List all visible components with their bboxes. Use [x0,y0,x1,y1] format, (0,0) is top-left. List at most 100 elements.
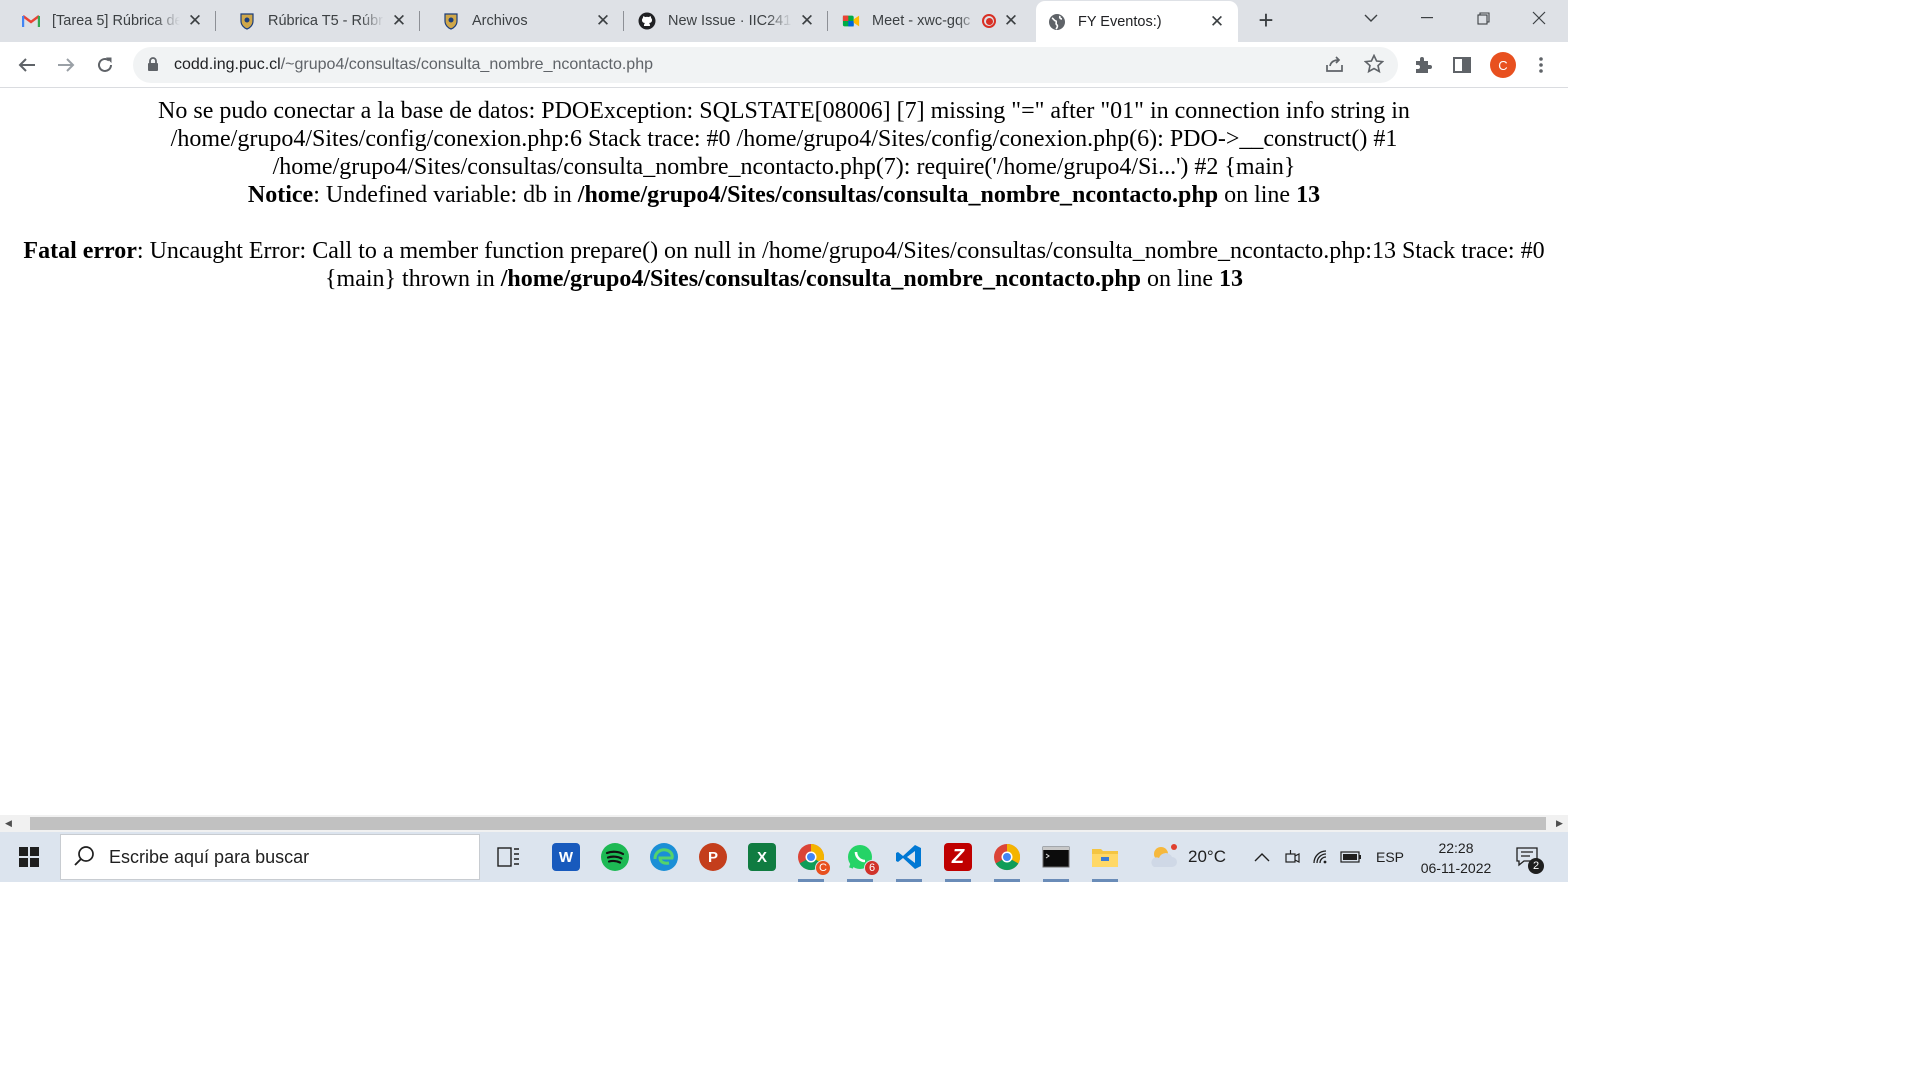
notice-on-line: on line [1218,182,1297,208]
taskbar-edge[interactable] [646,839,682,875]
terminal-icon [1042,846,1070,868]
taskbar-filezilla[interactable]: Z [940,839,976,882]
tab-strip: [Tarea 5] Rúbrica de ✕ Rúbrica T5 - Rúbr… [0,0,1568,42]
search-placeholder: Escribe aquí para buscar [109,846,310,867]
notice-file: /home/grupo4/Sites/consultas/consulta_no… [577,182,1219,208]
tab-fy-eventos[interactable]: FY Eventos:) ✕ [1036,1,1238,42]
tab-title: Rúbrica T5 - Rúbrica [268,13,384,29]
file-explorer-icon [1092,849,1118,867]
tab-title: FY Eventos:) [1078,13,1162,30]
taskbar-whatsapp[interactable]: 6 [842,839,880,882]
scroll-left-arrow-icon[interactable]: ◀ [0,815,17,832]
restore-button[interactable] [1460,0,1506,36]
start-button[interactable] [0,832,58,882]
meet-now-icon[interactable] [1284,832,1300,882]
more-menu-icon[interactable] [1530,54,1552,76]
show-hidden-icons-chevron-up-icon[interactable] [1254,832,1270,882]
wifi-icon[interactable] [1312,832,1332,882]
fatal-error-line-number: 13 [1219,266,1243,292]
github-icon [638,12,656,30]
puc-crest-icon [442,12,460,30]
tab-gmail-tarea5[interactable]: [Tarea 5] Rúbrica de ✕ [0,0,216,42]
weather-temperature: 20°C [1188,847,1226,866]
address-bar[interactable]: codd.ing.puc.cl/~grupo4/consultas/consul… [133,47,1398,83]
bookmark-star-icon[interactable] [1364,54,1384,74]
minimize-button[interactable] [1404,0,1450,36]
taskbar-file-explorer[interactable] [1087,839,1123,882]
taskbar-excel[interactable]: X [744,839,780,875]
close-tab-icon[interactable]: ✕ [1206,11,1228,33]
scroll-right-arrow-icon[interactable]: ▶ [1551,815,1568,832]
task-view-icon [497,847,519,867]
pdo-exception-message: No se pudo conectar a la base de datos: … [158,98,1410,180]
tab-search-chevron-down-icon[interactable] [1348,0,1394,36]
reload-button[interactable] [89,49,121,81]
whatsapp-unread-badge: 6 [864,860,880,876]
notice-line-number: 13 [1296,182,1321,208]
back-button[interactable] [11,49,43,81]
scrollbar-thumb[interactable] [30,817,1546,830]
url-text: codd.ing.puc.cl/~grupo4/consultas/consul… [174,56,653,74]
arrow-left-icon [18,58,35,72]
system-clock[interactable]: 22:28 06-11-2022 [1412,838,1500,878]
task-view-button[interactable] [491,839,527,875]
excel-icon: X [748,843,776,871]
pdo-error-block: No se pudo conectar a la base de datos: … [0,89,1568,293]
fatal-error-on-line: on line [1141,266,1219,292]
tab-rubrica-t5[interactable]: Rúbrica T5 - Rúbrica ✕ [216,0,420,42]
tab-title: New Issue · IIC2413 [668,13,792,29]
close-tab-icon[interactable]: ✕ [1000,10,1022,32]
fatal-error-file: /home/grupo4/Sites/consultas/consulta_no… [500,266,1141,292]
browser-toolbar: codd.ing.puc.cl/~grupo4/consultas/consul… [0,42,1568,88]
page-content: No se pudo conectar a la base de datos: … [0,89,1568,815]
tab-title: Archivos [472,13,528,29]
notice-message: : Undefined variable: db in [313,182,578,208]
filezilla-icon: Z [944,843,972,871]
taskbar-word[interactable]: W [548,839,584,875]
tab-archivos[interactable]: Archivos ✕ [420,0,624,42]
url-path: /~grupo4/consultas/consulta_nombre_ncont… [280,56,653,73]
spotify-icon [601,843,629,871]
notice-label: Notice [247,182,314,208]
tab-title: Meet - xwc-gqc [872,13,971,29]
taskbar-search-box[interactable]: Escribe aquí para buscar [60,834,480,880]
close-tab-icon[interactable]: ✕ [796,10,818,32]
taskbar-vscode[interactable] [891,839,927,882]
google-meet-icon [842,12,860,30]
notifications-button[interactable]: 2 [1516,832,1544,882]
taskbar-terminal[interactable] [1038,839,1074,882]
windows-taskbar: Escribe aquí para buscar W P X C 6 Z 20°… [0,832,1568,882]
globe-icon [1048,13,1066,31]
taskbar-spotify[interactable] [597,839,633,875]
clock-time: 22:28 [1438,840,1474,856]
taskbar-powerpoint[interactable]: P [695,839,731,875]
lock-icon[interactable] [147,57,161,73]
powerpoint-icon: P [699,843,727,871]
new-tab-button[interactable]: + [1252,5,1280,35]
notification-count-badge: 2 [1528,858,1544,874]
share-icon[interactable] [1325,54,1345,74]
battery-icon[interactable] [1340,832,1362,882]
chrome-icon [994,843,1021,871]
side-panel-icon[interactable] [1451,54,1473,76]
forward-button[interactable] [50,49,82,81]
weather-widget[interactable]: 20°C [1148,832,1226,882]
tab-title: [Tarea 5] Rúbrica de [52,13,180,29]
weather-partly-cloudy-icon [1151,844,1177,867]
input-language[interactable]: ESP [1376,832,1404,882]
windows-logo-icon [19,847,39,867]
extensions-puzzle-icon[interactable] [1412,54,1434,76]
tab-meet[interactable]: Meet - xwc-gqc ✕ [828,0,1032,42]
tab-new-issue-github[interactable]: New Issue · IIC2413 ✕ [624,0,828,42]
taskbar-chrome[interactable] [989,839,1025,882]
puc-crest-icon [238,12,256,30]
close-tab-icon[interactable]: ✕ [388,10,410,32]
close-tab-icon[interactable]: ✕ [592,10,614,32]
edge-icon [650,843,678,871]
taskbar-chrome-profile[interactable]: C [793,839,831,882]
horizontal-scrollbar[interactable]: ◀ ▶ [0,815,1568,832]
search-icon [73,845,97,869]
close-window-button[interactable] [1516,0,1562,36]
close-tab-icon[interactable]: ✕ [184,10,206,32]
profile-avatar[interactable]: C [1490,52,1516,78]
